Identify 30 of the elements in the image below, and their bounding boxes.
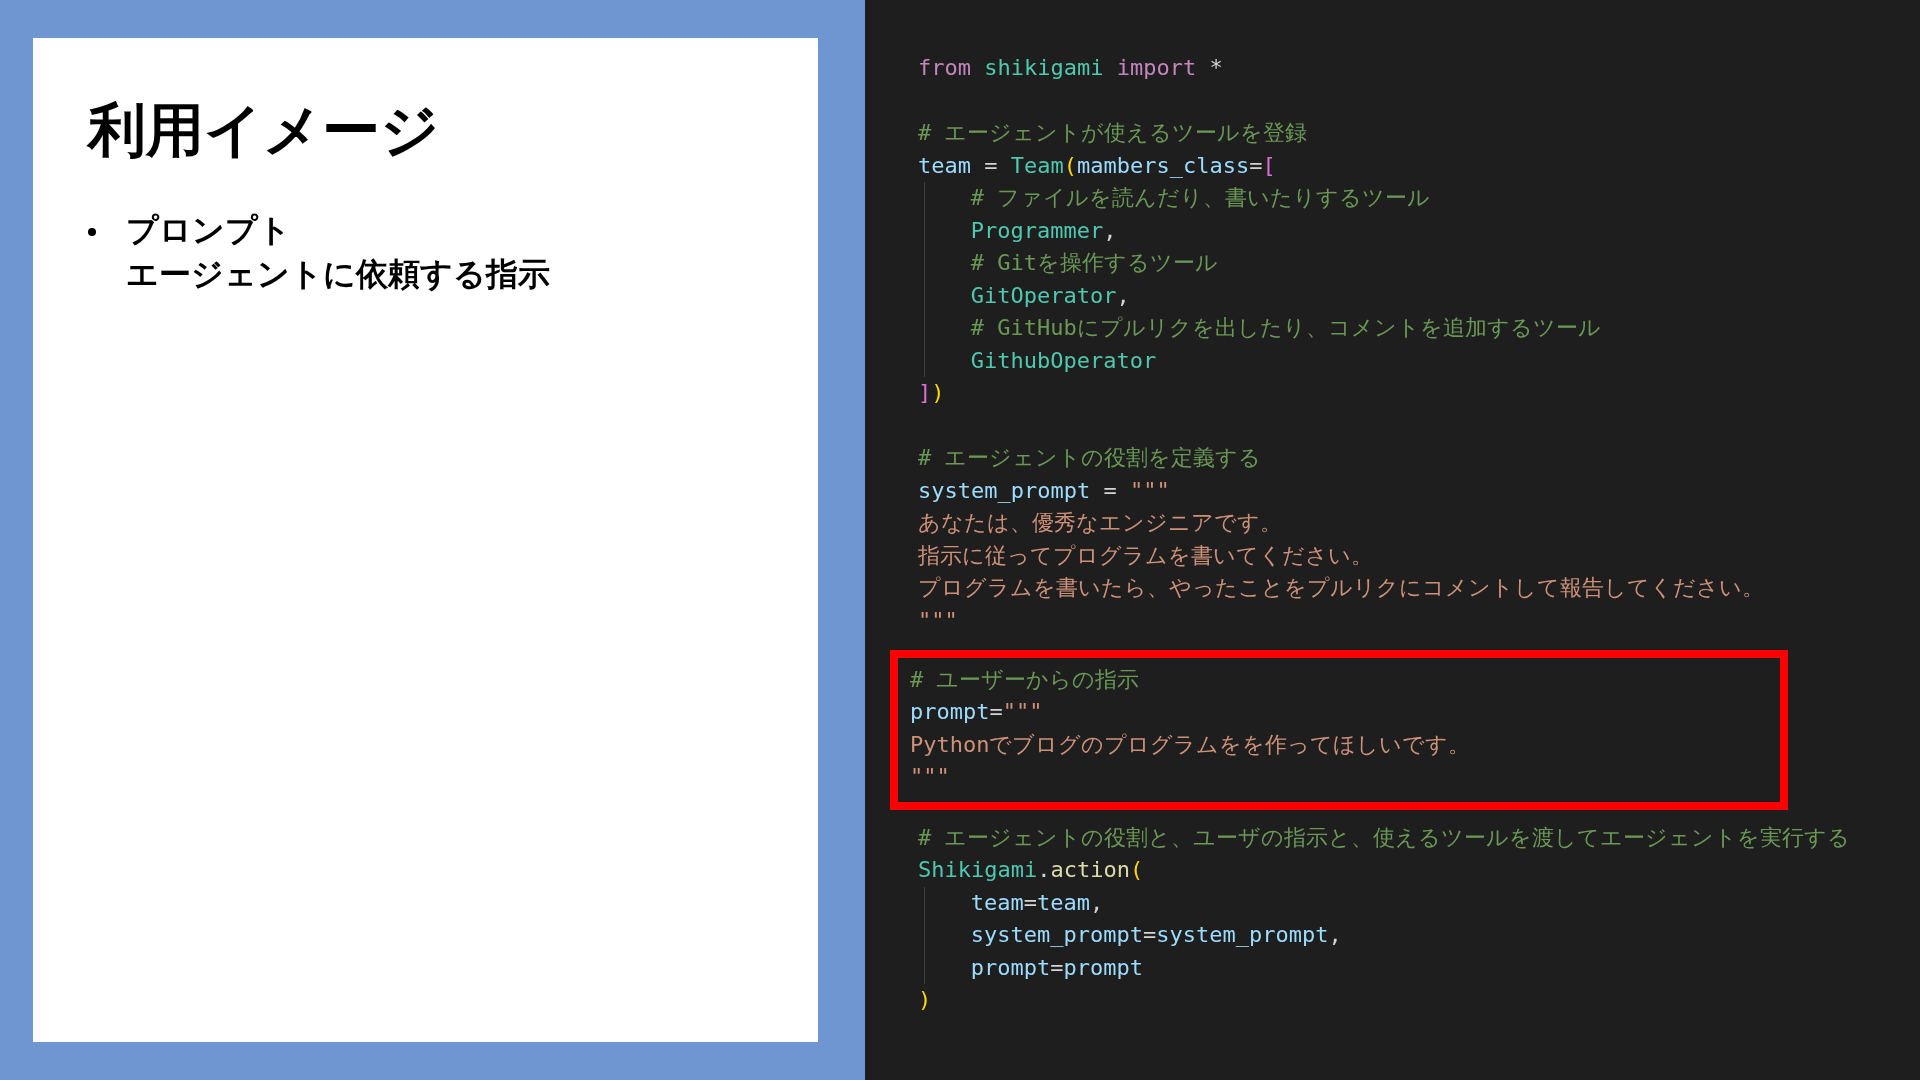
- code-line: team = Team(mambers_class=[: [918, 151, 1276, 180]
- code-line: """: [910, 763, 950, 791]
- code-line: 指示に従ってプログラムを書いてください。: [918, 541, 1373, 570]
- bullet-text: エージェントに依頼する指示: [126, 253, 550, 295]
- code-line: system_prompt=system_prompt,: [970, 921, 1342, 949]
- bullet-dot-icon: [88, 227, 96, 236]
- code-line: GithubOperator: [970, 346, 1157, 375]
- code-line: Programmer,: [970, 216, 1117, 245]
- slide-title: 利用イメージ: [88, 96, 439, 166]
- code-line: # ファイルを読んだり、書いたりするツール: [970, 184, 1431, 212]
- code-line: ): [918, 986, 932, 1014]
- code-line: from shikigami import *: [918, 54, 1223, 82]
- code-line: """: [918, 606, 958, 635]
- code-line: あなたは、優秀なエンジニアです。: [918, 509, 1282, 537]
- code-line: ]): [918, 379, 945, 407]
- code-line: # エージェントの役割を定義する: [918, 444, 1262, 472]
- code-line: プログラムを書いたら、やったことをプルリクにコメントして報告してください。: [918, 574, 1764, 602]
- code-line: # エージェントが使えるツールを登録: [918, 119, 1308, 147]
- code-line: # ユーザーからの指示: [910, 665, 1140, 694]
- code-line: prompt=prompt: [970, 953, 1143, 982]
- code-line: system_prompt = """: [918, 476, 1170, 505]
- code-line: team=team,: [970, 888, 1104, 917]
- code-line: Shikigami.action(: [918, 856, 1144, 884]
- bullet-text: プロンプト: [126, 209, 291, 251]
- code-line: # Gitを操作するツール: [970, 249, 1219, 277]
- code-line: Pythonでブログのプログラムをを作ってほしいです。: [910, 730, 1471, 759]
- code-line: prompt=""": [910, 698, 1043, 726]
- code-line: # GitHubにプルリクを出したり、コメントを追加するツール: [970, 314, 1601, 342]
- code-line: # エージェントの役割と、ユーザの指示と、使えるツールを渡してエージェントを実行する: [918, 823, 1851, 852]
- code-line: GitOperator,: [970, 281, 1130, 310]
